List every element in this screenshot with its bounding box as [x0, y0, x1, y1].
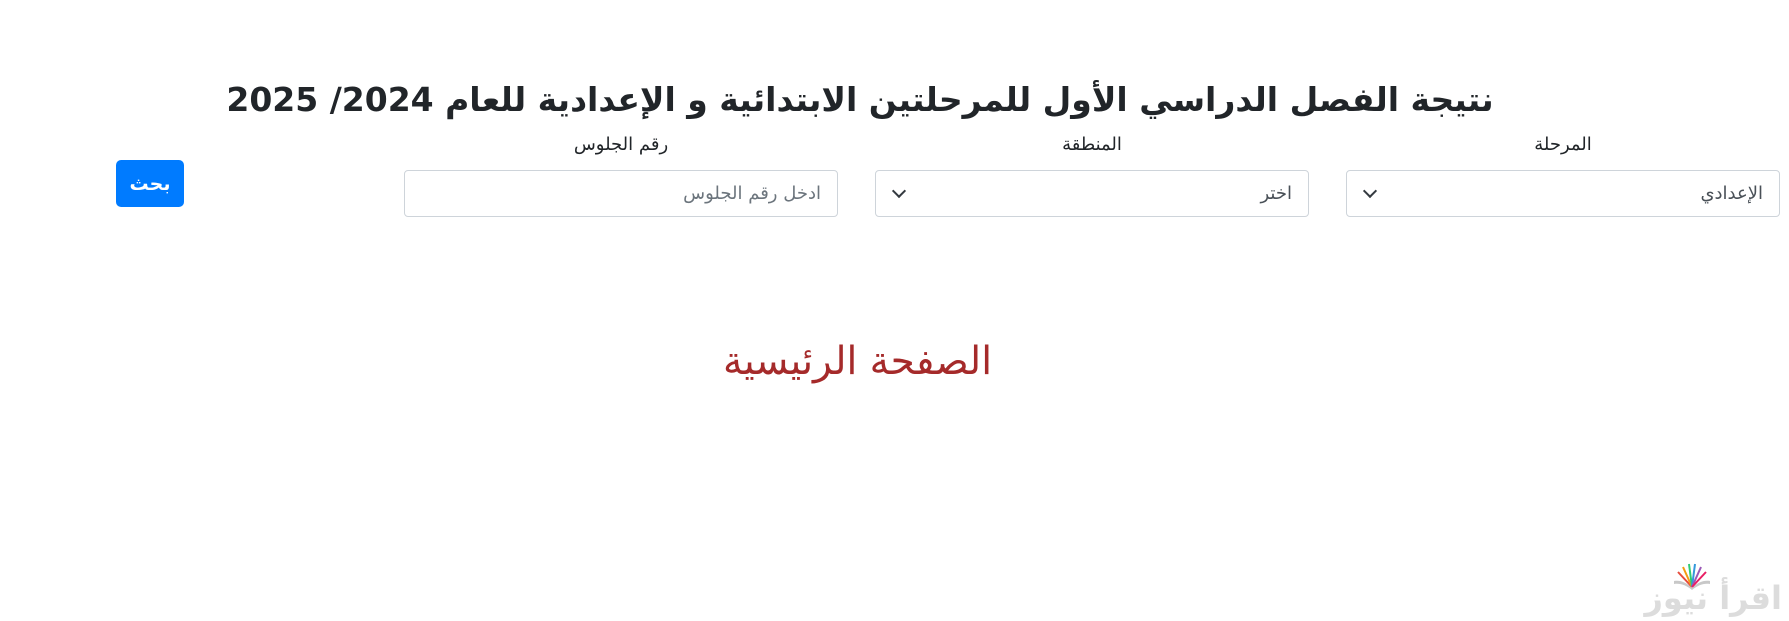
seat-number-field: رقم الجلوس	[404, 132, 838, 217]
chevron-down-icon	[1362, 183, 1378, 198]
region-field: المنطقة اختر	[875, 132, 1309, 217]
chevron-down-icon	[891, 183, 907, 198]
stage-selected-value: الإعدادي	[1700, 183, 1763, 204]
region-label: المنطقة	[1062, 134, 1122, 155]
search-button[interactable]: بحث	[116, 160, 184, 207]
region-selected-value: اختر	[1260, 183, 1293, 204]
home-link[interactable]: الصفحة الرئيسية	[700, 336, 1015, 388]
watermark-logo: اقرأ نيوز	[1644, 562, 1783, 618]
stage-label: المرحلة	[1534, 134, 1592, 155]
watermark-text: اقرأ نيوز	[1644, 579, 1783, 617]
stage-field: المرحلة الإعدادي	[1346, 132, 1780, 217]
region-select[interactable]: اختر	[875, 170, 1309, 217]
page-title: نتيجة الفصل الدراسي الأول للمرحلتين الاب…	[226, 80, 1494, 119]
seat-number-input[interactable]	[404, 170, 838, 217]
seat-number-label: رقم الجلوس	[573, 134, 669, 155]
stage-select[interactable]: الإعدادي	[1346, 170, 1780, 217]
